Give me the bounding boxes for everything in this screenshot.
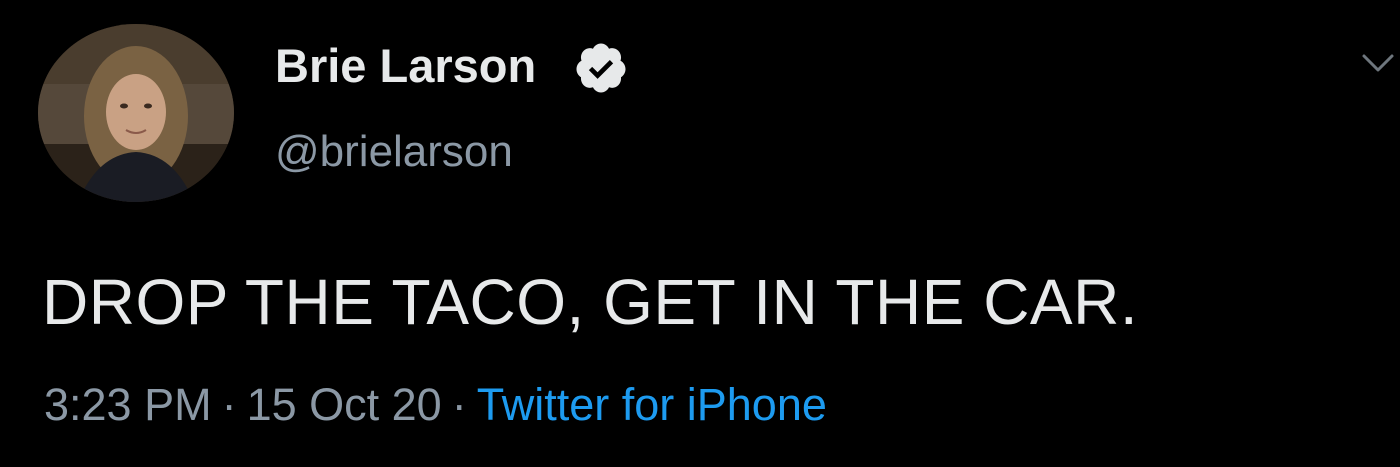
meta-separator: ·	[221, 379, 237, 430]
avatar[interactable]	[38, 24, 234, 202]
author-display-name[interactable]: Brie Larson	[275, 36, 536, 96]
tweet-time[interactable]: 3:23 PM	[44, 379, 212, 430]
meta-separator: ·	[451, 379, 467, 430]
tweet-text: DROP THE TACO, GET IN THE CAR.	[42, 266, 1139, 338]
tweet-meta: 3:23 PM · 15 Oct 20 · Twitter for iPhone	[44, 375, 827, 435]
chevron-down-icon[interactable]	[1360, 50, 1396, 76]
tweet-source-link[interactable]: Twitter for iPhone	[477, 379, 827, 430]
tweet-date[interactable]: 15 Oct 20	[247, 379, 442, 430]
author-handle[interactable]: @brielarson	[275, 124, 513, 180]
tweet-card: Brie Larson @brielarson DROP THE TACO, G…	[0, 0, 1400, 467]
verified-badge-icon	[576, 43, 626, 93]
avatar-image	[38, 24, 234, 202]
